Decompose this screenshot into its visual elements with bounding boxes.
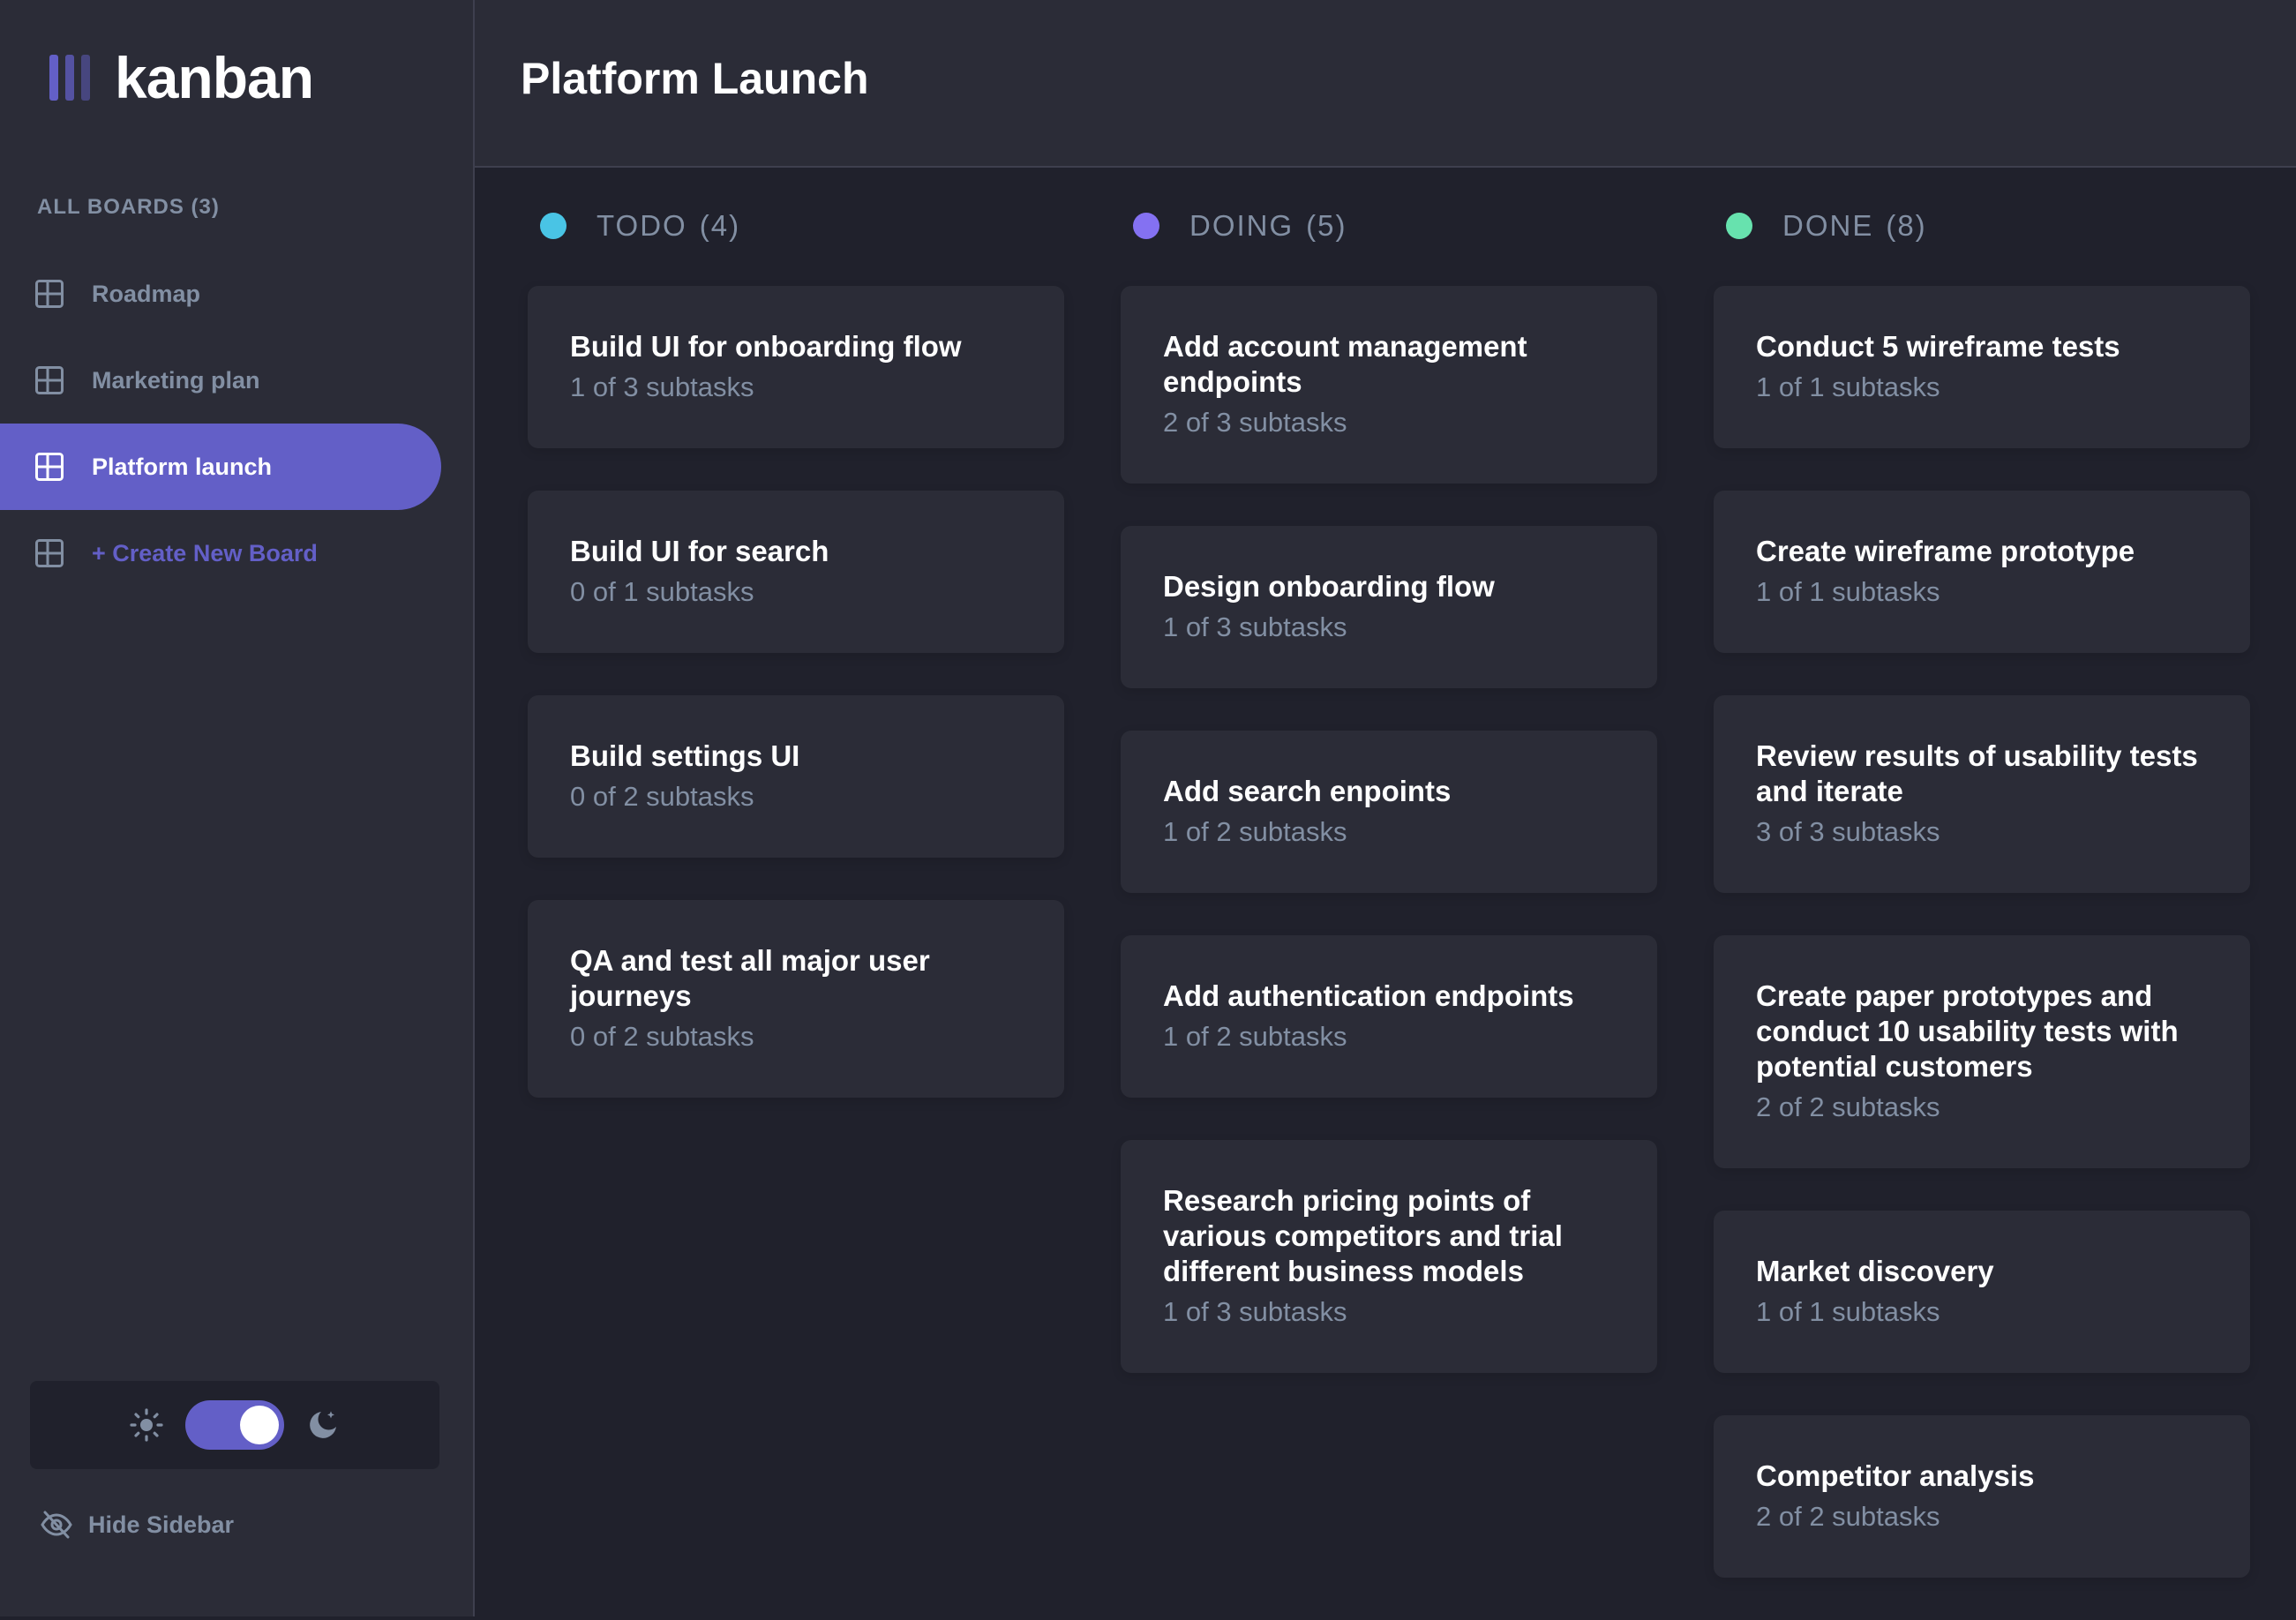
task-card[interactable]: Build UI for search 0 of 1 subtasks (528, 491, 1064, 653)
column-header: DONE (8) (1714, 203, 2250, 249)
moon-icon (310, 1411, 336, 1438)
task-card[interactable]: Create wireframe prototype 1 of 1 subtas… (1714, 491, 2250, 653)
task-subtasks: 1 of 3 subtasks (1163, 611, 1347, 642)
column-count: (4) (699, 209, 741, 242)
task-subtasks: 1 of 3 subtasks (1163, 1296, 1347, 1327)
hide-sidebar-label: Hide Sidebar (88, 1511, 235, 1538)
task-title: Create wireframe prototype (1756, 535, 2135, 567)
task-subtasks: 2 of 3 subtasks (1163, 407, 1347, 438)
sidebar-item-label: Roadmap (92, 280, 201, 307)
column-name: DONE (1782, 209, 1874, 242)
task-subtasks: 0 of 1 subtasks (570, 576, 754, 607)
task-title: Design onboarding flow (1163, 570, 1495, 603)
create-new-board-button[interactable]: + Create New Board (0, 510, 441, 596)
task-card[interactable]: Add authentication endpoints 1 of 2 subt… (1121, 935, 1657, 1098)
eye-slash-icon (41, 1511, 72, 1539)
column-color-dot (1726, 213, 1752, 239)
column-name: TODO (597, 209, 687, 242)
theme-switch-knob (240, 1406, 279, 1444)
task-title: Competitor analysis (1756, 1459, 2035, 1492)
task-title: Add account management endpoints (1163, 330, 1527, 398)
task-subtasks: 0 of 2 subtasks (570, 781, 754, 812)
task-title: Add search enpoints (1163, 775, 1452, 807)
column-name: DOING (1189, 209, 1294, 242)
task-card[interactable]: Design onboarding flow 1 of 3 subtasks (1121, 526, 1657, 688)
board-list: Roadmap Marketing plan Platform launch +… (0, 251, 441, 596)
column-color-dot (540, 213, 566, 239)
task-card[interactable]: Add search enpoints 1 of 2 subtasks (1121, 731, 1657, 893)
sidebar-item-marketing-plan[interactable]: Marketing plan (0, 337, 441, 424)
sun-icon (130, 1408, 163, 1442)
task-card[interactable]: Market discovery 1 of 1 subtasks (1714, 1211, 2250, 1373)
column-header: TODO (4) (528, 203, 1064, 249)
app-name: kanban (115, 45, 314, 110)
task-title: QA and test all major user journeys (570, 944, 930, 1012)
sidebar: kanban ALL BOARDS (3) Roadmap Marketing … (0, 0, 475, 1616)
app-logo[interactable]: kanban (49, 42, 314, 113)
task-card[interactable]: QA and test all major user journeys 0 of… (528, 900, 1064, 1098)
task-subtasks: 1 of 1 subtasks (1756, 371, 1940, 402)
column-count: (8) (1886, 209, 1927, 242)
theme-switch[interactable] (185, 1400, 284, 1450)
task-subtasks: 1 of 1 subtasks (1756, 1296, 1940, 1327)
task-subtasks: 1 of 1 subtasks (1756, 576, 1940, 607)
task-card[interactable]: Build UI for onboarding flow 1 of 3 subt… (528, 286, 1064, 448)
all-boards-heading: ALL BOARDS (3) (37, 195, 220, 219)
column-done: DONE (8) Conduct 5 wireframe tests 1 of … (1714, 203, 2250, 1620)
board-icon (35, 453, 64, 481)
column-count: (5) (1306, 209, 1347, 242)
task-title: Build settings UI (570, 739, 800, 772)
page-title: Platform Launch (521, 54, 869, 103)
column-doing: DOING (5) Add account management endpoin… (1121, 203, 1657, 1415)
task-card[interactable]: Research pricing points of various compe… (1121, 1140, 1657, 1373)
sidebar-item-label: Platform launch (92, 453, 273, 480)
hide-sidebar-button[interactable]: Hide Sidebar (41, 1511, 234, 1539)
theme-toggle-panel (30, 1381, 439, 1469)
create-new-board-label: + Create New Board (92, 539, 318, 566)
column-header: DOING (5) (1121, 203, 1657, 249)
task-card[interactable]: Add account management endpoints 2 of 3 … (1121, 286, 1657, 484)
task-subtasks: 2 of 2 subtasks (1756, 1091, 1940, 1122)
top-bar: Platform Launch (475, 0, 2296, 168)
sidebar-item-label: Marketing plan (92, 366, 260, 394)
task-title: Build UI for onboarding flow (570, 330, 962, 363)
logo-icon (49, 55, 90, 101)
column-todo: TODO (4) Build UI for onboarding flow 1 … (528, 203, 1064, 1140)
task-subtasks: 0 of 2 subtasks (570, 1021, 754, 1052)
task-subtasks: 2 of 2 subtasks (1756, 1501, 1940, 1532)
board-icon (35, 366, 64, 394)
task-card[interactable]: Review results of usability tests and it… (1714, 695, 2250, 893)
task-card[interactable]: Competitor analysis 2 of 2 subtasks (1714, 1415, 2250, 1578)
task-subtasks: 1 of 3 subtasks (570, 371, 754, 402)
task-title: Create paper prototypes and conduct 10 u… (1756, 979, 2179, 1083)
task-title: Review results of usability tests and it… (1756, 739, 2198, 807)
task-title: Add authentication endpoints (1163, 979, 1574, 1012)
board-icon (35, 539, 64, 567)
task-subtasks: 1 of 2 subtasks (1163, 816, 1347, 847)
task-title: Research pricing points of various compe… (1163, 1184, 1563, 1287)
task-card[interactable]: Build settings UI 0 of 2 subtasks (528, 695, 1064, 858)
task-subtasks: 1 of 2 subtasks (1163, 1021, 1347, 1052)
column-color-dot (1133, 213, 1159, 239)
task-card[interactable]: Create paper prototypes and conduct 10 u… (1714, 935, 2250, 1168)
sidebar-item-roadmap[interactable]: Roadmap (0, 251, 441, 337)
sidebar-item-platform-launch[interactable]: Platform launch (0, 424, 441, 510)
task-subtasks: 3 of 3 subtasks (1756, 816, 1940, 847)
task-title: Build UI for search (570, 535, 829, 567)
task-title: Conduct 5 wireframe tests (1756, 330, 2120, 363)
board-icon (35, 280, 64, 308)
task-title: Market discovery (1756, 1255, 1994, 1287)
task-card[interactable]: Conduct 5 wireframe tests 1 of 1 subtask… (1714, 286, 2250, 448)
